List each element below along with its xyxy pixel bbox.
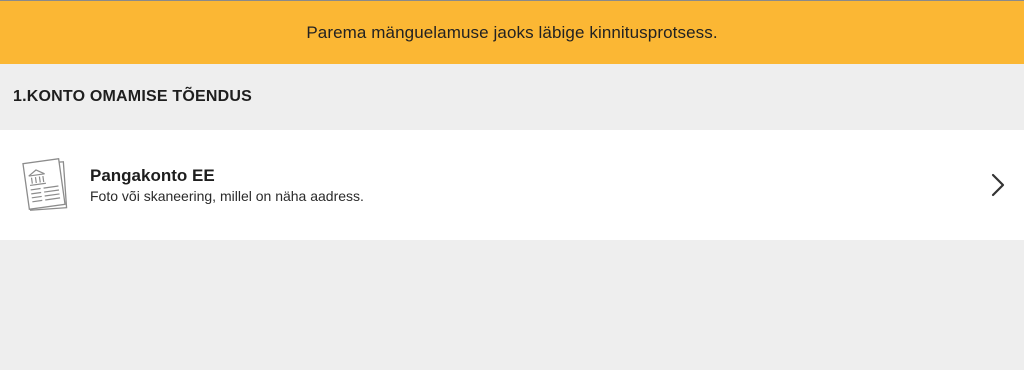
option-text-group: Pangakonto EE Foto või skaneering, mille… — [90, 166, 364, 204]
section-title: 1.KONTO OMAMISE TÕENDUS — [13, 88, 252, 105]
bank-document-icon — [22, 157, 68, 211]
banner-message: Parema mänguelamuse jaoks läbige kinnitu… — [306, 22, 718, 42]
chevron-right-icon[interactable] — [990, 172, 1006, 198]
option-title: Pangakonto EE — [90, 166, 215, 185]
verification-banner: Parema mänguelamuse jaoks läbige kinnitu… — [0, 1, 1024, 64]
option-subtitle: Foto või skaneering, millel on näha aadr… — [90, 188, 364, 204]
section-header: 1.KONTO OMAMISE TÕENDUS — [0, 64, 1024, 130]
bank-account-option[interactable]: Pangakonto EE Foto või skaneering, mille… — [0, 130, 1024, 240]
